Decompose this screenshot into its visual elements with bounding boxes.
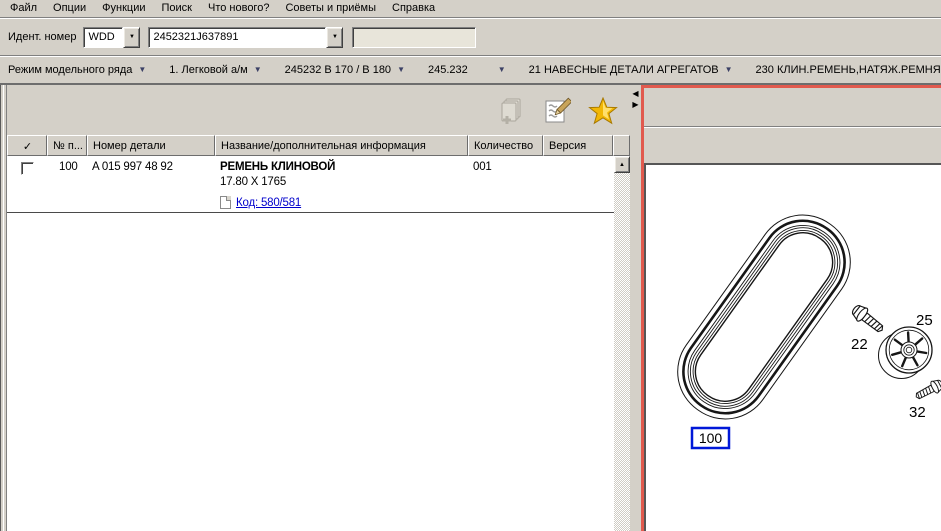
model-nav-bar: Режим модельного ряда ▼ 1. Легковой а/м … (0, 57, 941, 83)
menu-file[interactable]: Файл (2, 1, 45, 16)
parts-rows: 100 A 015 997 48 92 РЕМЕНЬ КЛИНОВОЙ 17.8… (7, 156, 614, 531)
parts-toolbar (7, 85, 630, 135)
pulley-part[interactable] (879, 327, 933, 379)
menu-search[interactable]: Поиск (154, 1, 200, 16)
collapse-right-icon[interactable]: ▶ (632, 99, 638, 110)
nav-vehicle-type[interactable]: 1. Легковой а/м ▼ (169, 64, 261, 76)
row-pos: 100 (47, 161, 87, 209)
diagram-panel: 22 25 32 100 (641, 85, 941, 531)
nav-label: 21 НАВЕСНЫЕ ДЕТАЛИ АГРЕГАТОВ (529, 64, 719, 76)
callout-100-selected[interactable]: 100 (692, 428, 729, 448)
row-checkbox[interactable] (21, 162, 34, 175)
menu-tips[interactable]: Советы и приёмы (277, 1, 384, 16)
chevron-down-icon: ▼ (498, 66, 506, 74)
nav-label: 245.232 (428, 64, 468, 76)
header-filler (613, 135, 630, 156)
nav-model[interactable]: 245232 B 170 / B 180 ▼ (285, 64, 405, 76)
table-row[interactable]: 100 A 015 997 48 92 РЕМЕНЬ КЛИНОВОЙ 17.8… (7, 156, 614, 213)
row-part-number: A 015 997 48 92 (87, 161, 215, 209)
row-quantity: 001 (468, 161, 543, 209)
chevron-down-icon: ▼ (138, 66, 146, 74)
header-part-number[interactable]: Номер детали (87, 135, 215, 156)
vin-dropdown-icon[interactable]: ▼ (326, 27, 343, 48)
chevron-down-icon: ▼ (397, 66, 405, 74)
menu-whats-new[interactable]: Что нового? (200, 1, 277, 16)
callout-32[interactable]: 32 (909, 404, 926, 421)
bolt-32-part[interactable] (913, 377, 941, 402)
nav-group[interactable]: 21 НАВЕСНЫЕ ДЕТАЛИ АГРЕГАТОВ ▼ (529, 64, 733, 76)
code-document-icon[interactable] (220, 196, 231, 209)
row-part-name: РЕМЕНЬ КЛИНОВОЙ (220, 161, 464, 173)
main-area: ✓ № п... Номер детали Название/дополните… (0, 83, 941, 531)
ident-bar: Идент. номер WDD ▼ 2452321J637891 ▼ (0, 19, 941, 55)
panel-splitter[interactable]: ◀ ▶ (630, 85, 641, 531)
collapse-left-icon[interactable]: ◀ (632, 88, 638, 99)
belt-part[interactable] (660, 197, 869, 437)
wmi-dropdown-icon[interactable]: ▼ (123, 27, 140, 48)
scroll-up-icon[interactable]: ▲ (614, 156, 630, 173)
chevron-down-icon: ▼ (254, 66, 262, 74)
copy-documents-icon[interactable] (496, 96, 526, 126)
header-pos[interactable]: № п... (47, 135, 87, 156)
nav-model-range-mode[interactable]: Режим модельного ряда ▼ (8, 64, 146, 76)
menu-options[interactable]: Опции (45, 1, 94, 16)
belt-diagram: 22 25 32 100 (646, 165, 941, 531)
menu-functions[interactable]: Функции (94, 1, 153, 16)
nav-label: 230 КЛИН.РЕМЕНЬ,НАТЯЖ.РЕМНЯ,ОБВОДНОЙ РО (756, 64, 941, 76)
vin-input[interactable]: 2452321J637891 (148, 27, 326, 48)
nav-label: 1. Легковой а/м (169, 64, 247, 76)
nav-model-code[interactable]: 245.232 ▼ (428, 64, 506, 76)
diagram-subtoolbar (644, 128, 941, 163)
callout-25[interactable]: 25 (916, 312, 933, 329)
wmi-combobox[interactable]: WDD ▼ (83, 27, 140, 48)
parts-table-header: ✓ № п... Номер детали Название/дополните… (7, 135, 630, 156)
header-check[interactable]: ✓ (7, 135, 47, 156)
callout-22[interactable]: 22 (851, 336, 868, 353)
parts-scrollbar[interactable]: ▲ (614, 156, 630, 531)
code-link[interactable]: Код: 580/581 (236, 197, 301, 209)
ident-label: Идент. номер (8, 31, 76, 43)
favorites-star-icon[interactable] (588, 96, 618, 126)
diagram-canvas[interactable]: 22 25 32 100 (644, 163, 941, 531)
nav-subgroup[interactable]: 230 КЛИН.РЕМЕНЬ,НАТЯЖ.РЕМНЯ,ОБВОДНОЙ РО (756, 64, 941, 76)
callout-100-label: 100 (699, 430, 723, 446)
wmi-value[interactable]: WDD (83, 27, 123, 48)
menu-help[interactable]: Справка (384, 1, 443, 16)
vin-combobox[interactable]: 2452321J637891 ▼ (148, 27, 343, 48)
header-version[interactable]: Версия (543, 135, 613, 156)
bolt-22-part[interactable] (849, 302, 887, 336)
diagram-toolbar (644, 88, 941, 126)
header-quantity[interactable]: Количество (468, 135, 543, 156)
nav-label: Режим модельного ряда (8, 64, 132, 76)
menu-bar: Файл Опции Функции Поиск Что нового? Сов… (0, 0, 941, 17)
chevron-down-icon: ▼ (725, 66, 733, 74)
edit-notes-icon[interactable] (542, 96, 572, 126)
panel-frame (0, 85, 7, 531)
aux-field[interactable] (352, 27, 476, 48)
row-version (543, 161, 613, 209)
header-name[interactable]: Название/дополнительная информация (215, 135, 468, 156)
row-part-info: 17.80 X 1765 (220, 176, 464, 188)
nav-label: 245232 B 170 / B 180 (285, 64, 391, 76)
parts-list-panel: ✓ № п... Номер детали Название/дополните… (0, 85, 630, 531)
